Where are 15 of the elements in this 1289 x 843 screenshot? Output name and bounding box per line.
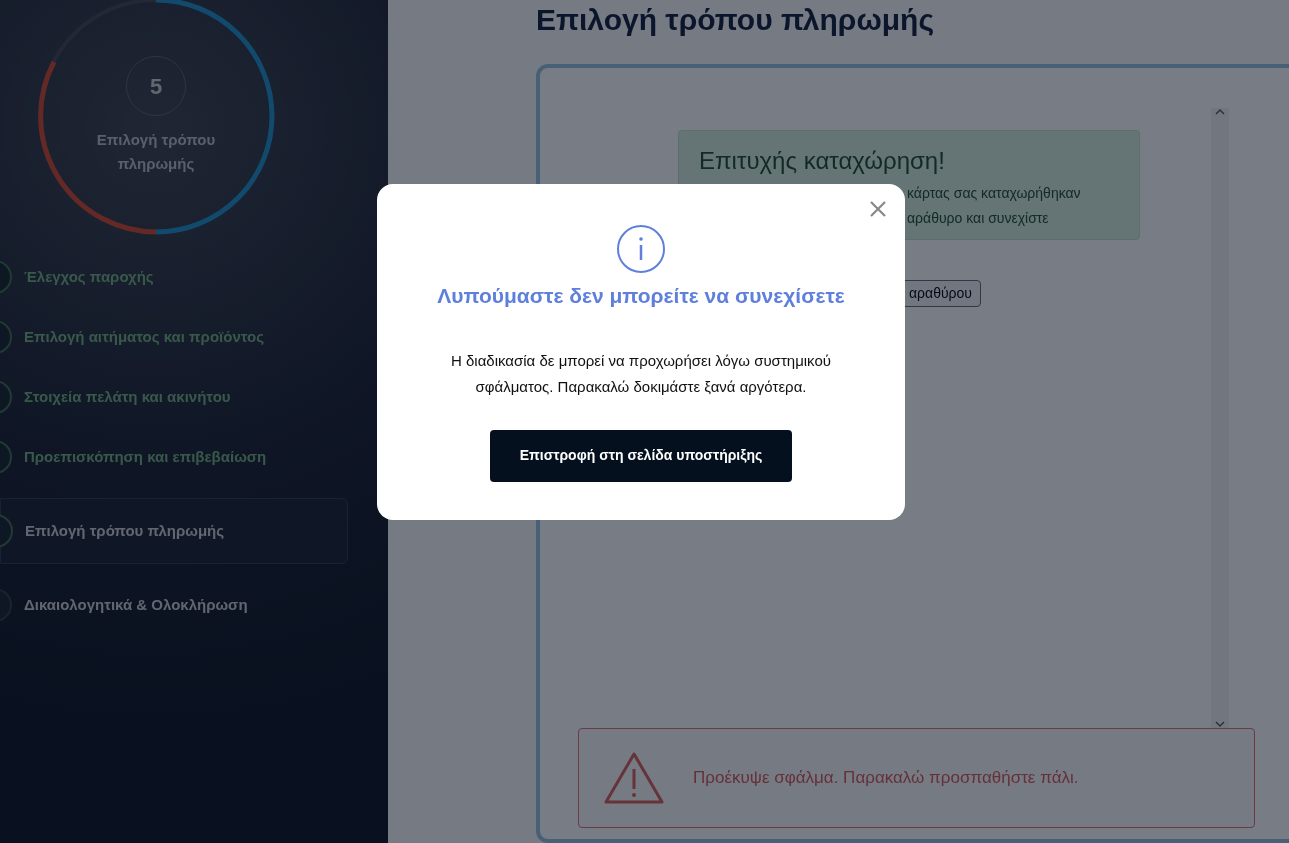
alert-text: κάρτας σας καταχωρήθηκαν	[907, 184, 1082, 203]
error-message: Προέκυψε σφάλμα. Παρακαλώ προσπαθήστε πάλι.	[693, 767, 1079, 790]
alert-title: Επιτυχής καταχώρηση!	[699, 146, 946, 176]
alert-text: αράθυρο και συνεχίστε	[907, 209, 1050, 228]
info-icon	[616, 224, 666, 274]
close-icon	[870, 201, 886, 217]
warning-icon	[603, 751, 665, 805]
dialog-title: Λυπούμαστε δεν μπορείτε να συνεχίσετε	[437, 283, 845, 309]
scroll-down-icon	[1215, 720, 1225, 728]
page-title: Επιλογή τρόπου πληρωμής	[536, 2, 936, 38]
step-label: Επιλογή τρόπου πληρωμής	[95, 130, 217, 174]
dialog-message: Η διαδικασία δε μπορεί να προχωρήσει λόγω συστημικού σφάλματος. Παρακαλώ δοκιμάστε ξανά αργότερα.	[450, 350, 832, 397]
step-item[interactable]: Επιλογή τρόπου πληρωμής	[0, 498, 348, 564]
support-page-button[interactable]: Επιστροφή στη σελίδα υποστήριξης	[490, 429, 792, 482]
scroll-up-icon	[1215, 108, 1225, 116]
